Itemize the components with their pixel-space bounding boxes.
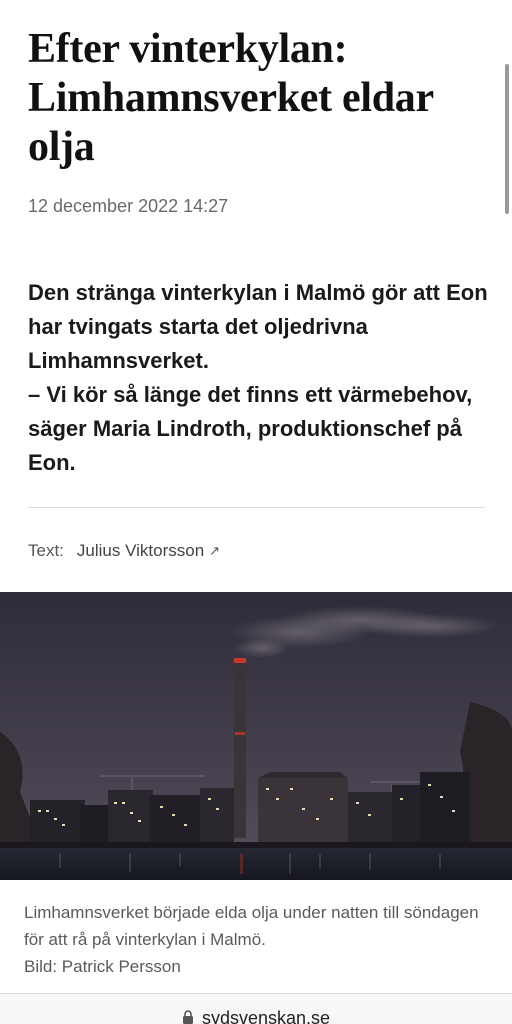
caption-text: Limhamnsverket började elda olja under n…: [24, 903, 479, 949]
byline: Text: Julius Viktorsson ↗: [28, 541, 220, 561]
photo-caption: Limhamnsverket började elda olja under n…: [24, 899, 494, 980]
divider: [28, 507, 485, 508]
url-box[interactable]: sydsvenskan.se: [0, 1008, 512, 1024]
photo-credit: Bild: Patrick Persson: [24, 957, 181, 976]
article-page: Efter vinterkylan: Limhamnsverket eldar …: [0, 0, 512, 1024]
article-lead: Den stränga vinterkylan i Malmö gör att …: [28, 276, 490, 480]
publish-date: 12 december 2022 14:27: [28, 196, 229, 216]
scrollbar[interactable]: [505, 64, 509, 214]
limhamnsverket-photo: [0, 592, 512, 880]
browser-address-bar[interactable]: sydsvenskan.se: [0, 993, 512, 1024]
byline-label: Text:: [28, 541, 64, 560]
lead-quote: – Vi kör så länge det finns ett värmebeh…: [28, 382, 473, 475]
article-headline: Efter vinterkylan: Limhamnsverket eldar …: [28, 26, 434, 170]
url-text[interactable]: sydsvenskan.se: [202, 1008, 330, 1024]
lead-paragraph: Den stränga vinterkylan i Malmö gör att …: [28, 280, 488, 373]
article-photo[interactable]: [0, 592, 512, 880]
lock-icon: [182, 1008, 194, 1024]
external-link-icon[interactable]: ↗: [209, 543, 220, 559]
author-link[interactable]: Julius Viktorsson: [77, 541, 204, 561]
